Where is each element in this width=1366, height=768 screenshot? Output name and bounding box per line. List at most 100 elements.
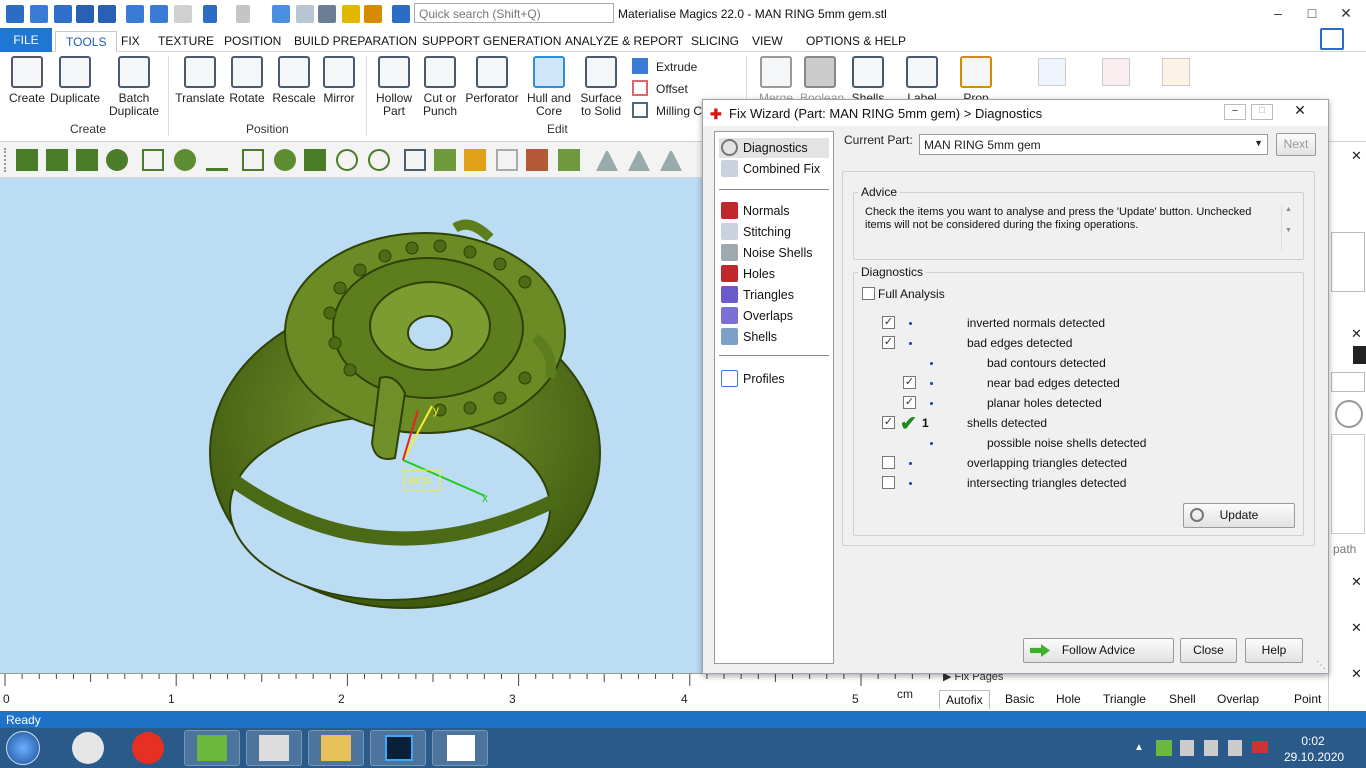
select-tool-icon[interactable] [296, 5, 314, 23]
tab-file[interactable]: FILE [0, 28, 52, 52]
update-button[interactable]: Update [1183, 503, 1295, 528]
mark-wheel-icon[interactable] [368, 149, 390, 171]
panel-close-4-icon[interactable]: ✕ [1351, 620, 1362, 636]
nav-overlaps[interactable]: Overlaps [719, 306, 829, 326]
mark-triangle-icon[interactable] [16, 149, 38, 171]
mark-window-icon[interactable] [142, 149, 164, 171]
follow-advice-button[interactable]: Follow Advice [1023, 638, 1174, 663]
tab-build-preparation[interactable]: BUILD PREPARATION [284, 31, 427, 52]
expand-marking-icon[interactable] [274, 149, 296, 171]
save-all-icon[interactable] [98, 5, 116, 23]
label-button[interactable]: Label [904, 56, 940, 105]
zoom-icon[interactable] [342, 5, 360, 23]
tab-hole[interactable]: Hole [1050, 690, 1087, 708]
merge-button[interactable]: Merge [756, 56, 796, 105]
nav-holes[interactable]: Holes [719, 264, 829, 284]
maximize-button[interactable]: □ [1296, 2, 1328, 24]
taskbar-magics[interactable] [184, 730, 240, 766]
select-icon[interactable] [272, 5, 290, 23]
taskbar-photoshop[interactable] [370, 730, 426, 766]
planar-holes-checkbox[interactable]: ✓ [903, 396, 916, 409]
surface-to-solid-button[interactable]: Surface to Solid [578, 56, 624, 118]
tray-network-icon[interactable] [1228, 740, 1242, 756]
mark-plane-icon[interactable] [46, 149, 68, 171]
tab-triangle[interactable]: Triangle [1097, 690, 1152, 708]
zoom-reset-icon[interactable] [364, 5, 382, 23]
tab-options-help[interactable]: OPTIONS & HELP [796, 31, 916, 52]
boolean-button[interactable]: Boolean [800, 56, 844, 105]
export-icon[interactable] [150, 5, 168, 23]
perforator-button[interactable]: Perforator [464, 56, 520, 105]
part-cube-icon[interactable] [404, 149, 426, 171]
tab-support-generation[interactable]: SUPPORT GENERATION [412, 31, 571, 52]
nav-shells[interactable]: Shells [719, 327, 829, 347]
panel-close-icon[interactable]: ✕ [1351, 148, 1362, 164]
tray-language-icon[interactable] [1252, 741, 1268, 753]
mirror-button[interactable]: Mirror [320, 56, 358, 105]
translate-button[interactable]: Translate [175, 56, 225, 105]
full-analysis-checkbox[interactable] [862, 287, 875, 300]
clock-time[interactable]: 0:02 [1288, 734, 1338, 748]
shells-checkbox[interactable]: ✓ [882, 416, 895, 429]
nav-triangles[interactable]: Triangles [719, 285, 829, 305]
tab-texture[interactable]: TEXTURE [148, 31, 224, 52]
start-button[interactable] [6, 731, 40, 765]
panel-close-5-icon[interactable]: ✕ [1351, 666, 1362, 682]
hollow-part-button[interactable]: Hollow Part [374, 56, 414, 118]
mark-circle-icon[interactable] [336, 149, 358, 171]
part-orange-cube-icon[interactable] [464, 149, 486, 171]
minimize-button[interactable]: – [1262, 2, 1294, 24]
triangle-tool-icon[interactable] [596, 149, 618, 171]
rescale-button[interactable]: Rescale [272, 56, 316, 105]
close-button[interactable]: Close [1180, 638, 1237, 663]
dialog-close-icon[interactable]: ✕ [1287, 102, 1313, 120]
app-logo-icon[interactable] [6, 5, 24, 23]
current-part-select[interactable]: MAN RING 5mm gem ▼ [919, 134, 1268, 155]
tab-analyze-report[interactable]: ANALYZE & REPORT [555, 31, 693, 52]
panel-select[interactable] [1331, 372, 1365, 392]
near-bad-edges-checkbox[interactable]: ✓ [903, 376, 916, 389]
dialog-minimize-button[interactable]: – [1224, 104, 1246, 120]
mark-star-icon[interactable] [304, 149, 326, 171]
tab-fix[interactable]: FIX [111, 31, 150, 52]
import-icon[interactable] [126, 5, 144, 23]
save-icon[interactable] [76, 5, 94, 23]
search-input[interactable]: Quick search (Shift+Q) [414, 3, 614, 23]
taskbar-app[interactable] [432, 730, 488, 766]
intersecting-checkbox[interactable] [882, 476, 895, 489]
hull-core-button[interactable]: Hull and Core [525, 56, 573, 118]
tray-nvidia-icon[interactable] [1156, 740, 1172, 756]
tab-position[interactable]: POSITION [214, 31, 291, 52]
inverted-normals-checkbox[interactable]: ✓ [882, 316, 895, 329]
open-file-icon[interactable] [54, 5, 72, 23]
new-file-icon[interactable] [30, 5, 48, 23]
next-button[interactable]: Next [1276, 133, 1316, 156]
nav-combined-fix[interactable]: Combined Fix [719, 159, 829, 179]
taskbar-explorer[interactable] [308, 730, 364, 766]
unmark-window-icon[interactable] [242, 149, 264, 171]
mark-shell-icon[interactable] [106, 149, 128, 171]
undo-icon[interactable] [203, 5, 217, 23]
settings-icon[interactable] [392, 5, 410, 23]
tab-tools[interactable]: TOOLS [55, 31, 118, 52]
structures-icon[interactable] [1038, 58, 1066, 86]
meshmixer-icon[interactable] [1102, 58, 1130, 86]
nav-normals[interactable]: Normals [719, 201, 829, 221]
dialog-maximize-button[interactable]: □ [1251, 104, 1273, 120]
nav-profiles[interactable]: Profiles [719, 369, 829, 389]
tray-volume-icon[interactable] [1180, 740, 1194, 756]
panel-close-3-icon[interactable]: ✕ [1351, 574, 1362, 590]
duplicate-button[interactable]: Duplicate [48, 56, 102, 105]
rotate-button[interactable]: Rotate [228, 56, 266, 105]
nav-stitching[interactable]: Stitching [719, 222, 829, 242]
3d-viewport[interactable]: WCS y x [0, 178, 705, 673]
concept-laser-icon[interactable] [1162, 58, 1190, 86]
panel-dropdown[interactable] [1331, 232, 1365, 292]
panel-clock-icon[interactable] [1335, 400, 1363, 428]
panel-close-2-icon[interactable]: ✕ [1351, 326, 1362, 342]
triangle-tool-2-icon[interactable] [628, 149, 650, 171]
batch-duplicate-button[interactable]: Batch Duplicate [106, 56, 162, 118]
tab-basic[interactable]: Basic [999, 690, 1040, 708]
tray-arrow-icon[interactable]: ▲ [1134, 742, 1144, 753]
part-red-cube-icon[interactable] [526, 149, 548, 171]
